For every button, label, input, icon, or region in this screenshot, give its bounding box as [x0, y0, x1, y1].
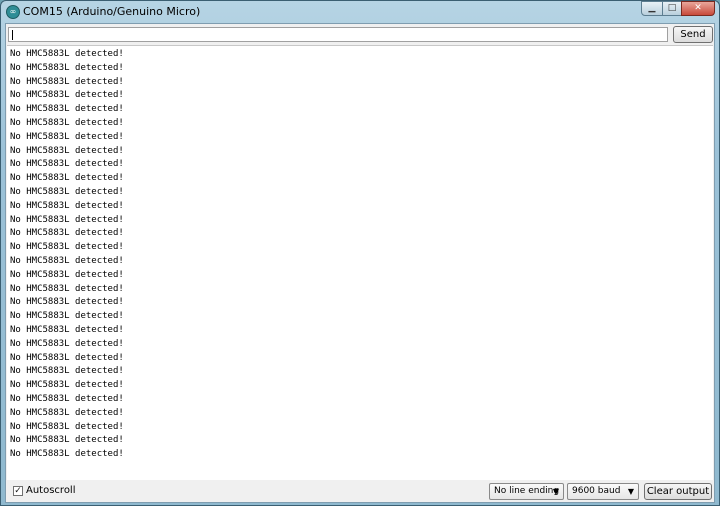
output-line: No HMC5883L detected! — [10, 214, 124, 225]
close-icon[interactable]: ✕ — [681, 1, 715, 16]
arduino-icon: ∞ — [6, 5, 20, 19]
output-line: No HMC5883L detected! — [10, 49, 124, 59]
maximize-icon[interactable]: □ — [662, 1, 682, 16]
serial-input-field[interactable] — [8, 27, 668, 42]
output-line: No HMC5883L detected! — [10, 449, 124, 460]
output-line: No HMC5883L detected! — [10, 338, 124, 349]
output-line: No HMC5883L detected! — [10, 421, 124, 432]
output-line: No HMC5883L detected! — [10, 242, 124, 253]
text-caret — [12, 30, 13, 40]
output-line: No HMC5883L detected! — [10, 173, 124, 184]
line-ending-dropdown[interactable]: No line ending ▼ — [489, 483, 564, 500]
output-line: No HMC5883L detected! — [10, 352, 124, 363]
window-title: COM15 (Arduino/Genuino Micro) — [23, 5, 201, 18]
baud-rate-dropdown[interactable]: 9600 baud ▼ — [567, 483, 639, 500]
output-line: No HMC5883L detected! — [10, 159, 124, 170]
output-line: No HMC5883L detected! — [10, 325, 124, 335]
output-line: No HMC5883L detected! — [10, 297, 124, 308]
clear-output-button[interactable]: Clear output — [644, 483, 712, 500]
minimize-icon[interactable]: ▁ — [641, 1, 663, 16]
send-button[interactable]: Send — [673, 26, 713, 43]
title-bar[interactable]: ∞ COM15 (Arduino/Genuino Micro) ▁ □ ✕ — [1, 1, 719, 23]
output-line: No HMC5883L detected! — [10, 90, 124, 101]
output-line: No HMC5883L detected! — [10, 256, 124, 266]
output-line: No HMC5883L detected! — [10, 118, 124, 128]
output-line: No HMC5883L detected! — [10, 283, 124, 294]
output-line: No HMC5883L detected! — [10, 394, 124, 404]
chevron-down-icon: ▼ — [627, 487, 634, 496]
output-line: No HMC5883L detected! — [10, 380, 124, 391]
line-ending-value: No line ending — [494, 486, 560, 496]
autoscroll-checkbox[interactable]: ✓ — [13, 486, 23, 496]
output-line: No HMC5883L detected! — [10, 145, 124, 156]
bottom-toolbar: ✓ Autoscroll No line ending ▼ 9600 baud … — [6, 480, 714, 502]
output-line: No HMC5883L detected! — [10, 269, 124, 280]
output-line: No HMC5883L detected! — [10, 311, 124, 322]
output-line: No HMC5883L detected! — [10, 228, 124, 239]
serial-monitor-body: Send No HMC5883L detected! No HMC5883L de… — [5, 23, 715, 503]
output-line: No HMC5883L detected! — [10, 62, 124, 73]
serial-monitor-window: ∞ COM15 (Arduino/Genuino Micro) ▁ □ ✕ Se… — [0, 0, 720, 506]
autoscroll-label: Autoscroll — [26, 485, 76, 496]
serial-output-area[interactable]: No HMC5883L detected! No HMC5883L detecte… — [7, 45, 713, 480]
output-line: No HMC5883L detected! — [10, 76, 124, 87]
output-line: No HMC5883L detected! — [10, 187, 124, 197]
output-line: No HMC5883L detected! — [10, 366, 124, 377]
chevron-down-icon: ▼ — [552, 487, 559, 496]
output-line: No HMC5883L detected! — [10, 131, 124, 142]
output-line: No HMC5883L detected! — [10, 200, 124, 211]
output-line: No HMC5883L detected! — [10, 407, 124, 418]
output-line: No HMC5883L detected! — [10, 435, 124, 446]
output-line: No HMC5883L detected! — [10, 104, 124, 115]
baud-rate-value: 9600 baud — [572, 486, 621, 496]
